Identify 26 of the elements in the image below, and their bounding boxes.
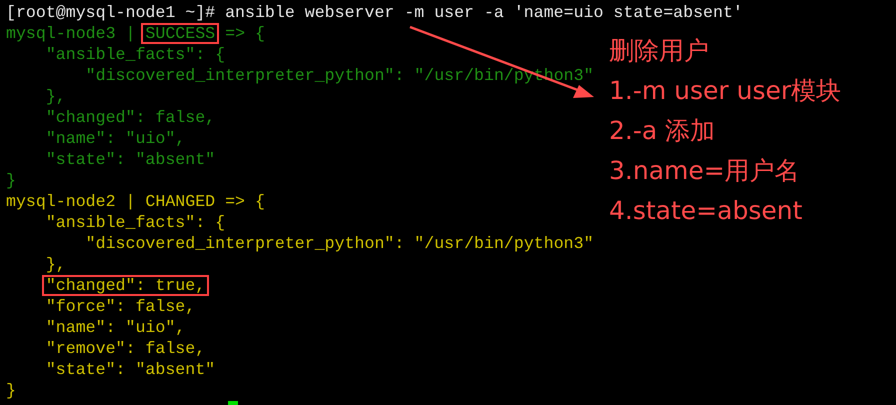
terminal-text: "name": "uio",	[46, 318, 186, 337]
terminal-text: }	[6, 171, 16, 190]
terminal-text: "discovered_interpreter_python": "/usr/bin/python3"	[86, 234, 594, 253]
annotation-item: 3.name=用户名	[609, 155, 800, 187]
cursor	[228, 401, 238, 405]
terminal-text: "ansible_facts": {	[46, 213, 226, 232]
terminal-text: mysql-node3 |	[6, 24, 136, 43]
annotation-title: 删除用户	[609, 35, 709, 67]
terminal-text: [root@mysql-node1 ~]# ansible webserver -m user -a 'name=uio state=absent'	[6, 3, 743, 22]
terminal-text: "remove": false,	[46, 339, 206, 358]
terminal-text: "force": false,	[46, 297, 196, 316]
annotation-item: 1.-m user user模块	[609, 75, 842, 107]
terminal-text: "state": "absent"	[46, 150, 216, 169]
highlighted-text: SUCCESS	[141, 23, 220, 44]
terminal-text: "name": "uio",	[46, 129, 186, 148]
terminal-text: "state": "absent"	[46, 360, 216, 379]
terminal-text: "changed": false,	[46, 108, 216, 127]
highlighted-text: "changed": true,	[42, 275, 210, 296]
annotation-item: 2.-a 添加	[609, 115, 716, 147]
terminal-text: "ansible_facts": {	[46, 45, 226, 64]
terminal-text: },	[46, 87, 66, 106]
terminal-text: }	[6, 381, 16, 400]
terminal-text: => {	[225, 24, 265, 43]
terminal-text: },	[46, 255, 66, 274]
annotation-item: 4.state=absent	[609, 195, 802, 227]
terminal-text: mysql-node2 | CHANGED => {	[6, 192, 265, 211]
